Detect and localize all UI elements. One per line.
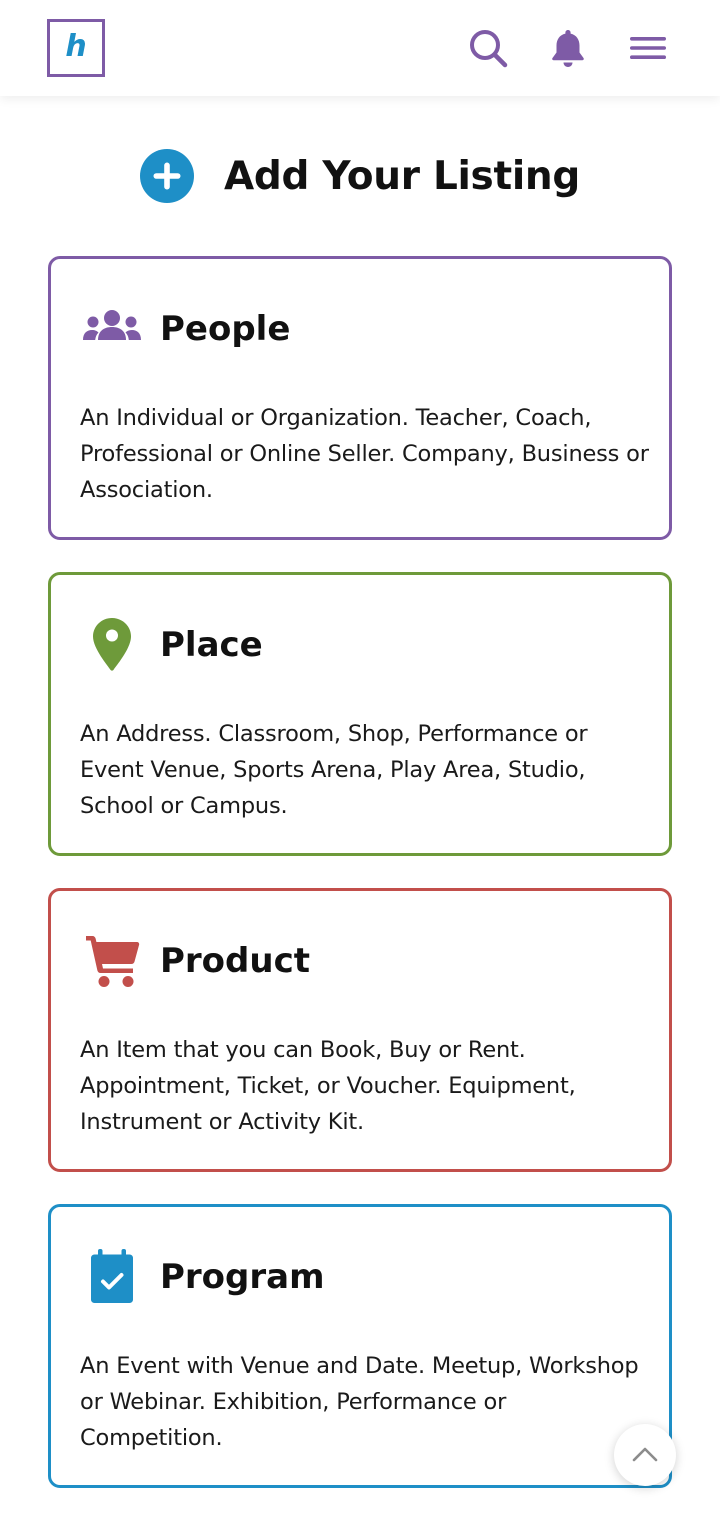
map-pin-icon xyxy=(80,613,144,677)
card-title: Place xyxy=(160,625,263,665)
card-description: An Individual or Organization. Teacher, … xyxy=(80,405,649,503)
search-icon[interactable] xyxy=(466,26,510,70)
cart-icon xyxy=(80,929,144,993)
listing-card-program[interactable]: Program An Event with Venue and Date. Me… xyxy=(48,1204,672,1488)
page-heading: Add Your Listing xyxy=(0,144,720,208)
listing-card-product[interactable]: Product An Item that you can Book, Buy o… xyxy=(48,888,672,1172)
logo[interactable]: h xyxy=(47,19,105,77)
plus-circle-icon[interactable] xyxy=(140,149,195,203)
menu-icon[interactable] xyxy=(626,26,670,70)
scroll-to-top-button[interactable] xyxy=(614,1424,676,1486)
bell-icon[interactable] xyxy=(546,26,590,70)
card-title: Product xyxy=(160,941,310,981)
top-bar: h xyxy=(0,0,720,96)
people-icon xyxy=(80,297,144,361)
calendar-check-icon xyxy=(80,1245,144,1309)
listing-card-place[interactable]: Place An Address. Classroom, Shop, Perfo… xyxy=(48,572,672,856)
listing-card-people[interactable]: People An Individual or Organization. Te… xyxy=(48,256,672,540)
page-title: Add Your Listing xyxy=(224,153,580,199)
card-description: An Item that you can Book, Buy or Rent. … xyxy=(80,1037,576,1135)
card-description: An Event with Venue and Date. Meetup, Wo… xyxy=(80,1353,639,1451)
logo-letter: h xyxy=(65,29,87,64)
card-title: Program xyxy=(160,1257,325,1297)
card-description: An Address. Classroom, Shop, Performance… xyxy=(80,721,588,819)
card-title: People xyxy=(160,309,291,349)
chevron-up-icon xyxy=(632,1447,658,1462)
